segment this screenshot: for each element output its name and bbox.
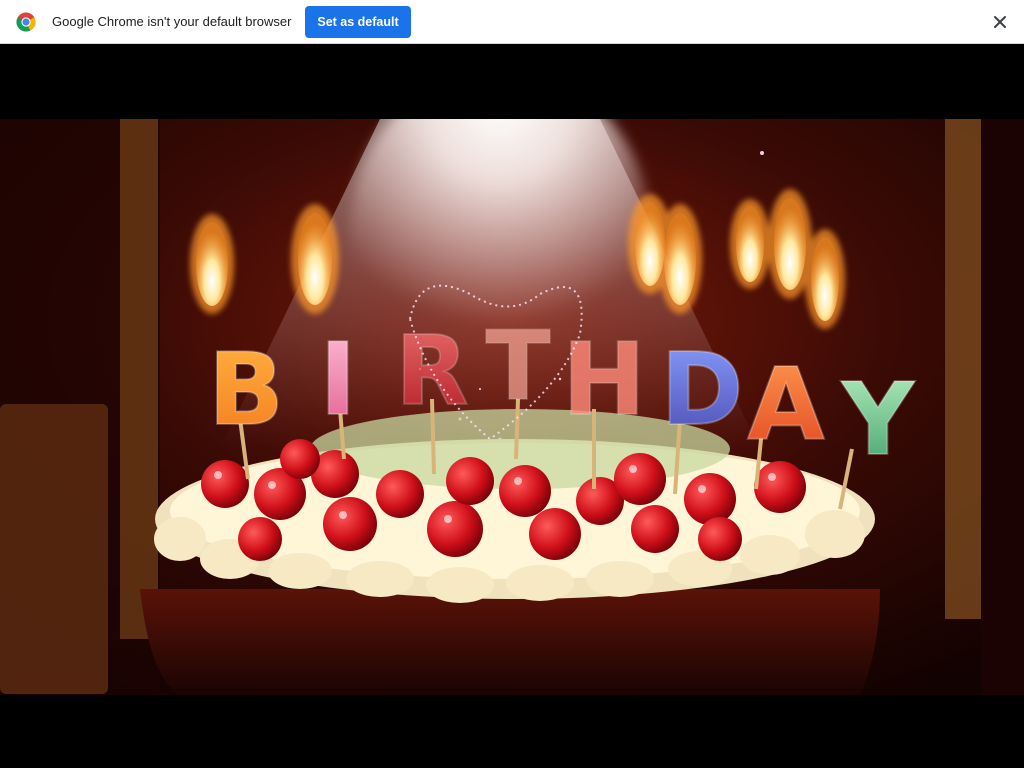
- set-as-default-button[interactable]: Set as default: [305, 6, 411, 38]
- candle-letter-i: I: [319, 321, 356, 438]
- close-icon[interactable]: [988, 10, 1012, 34]
- birthday-cake-image: B I R T H D A Y: [0, 119, 1024, 695]
- chrome-logo-icon: [16, 12, 36, 32]
- page-viewport: B I R T H D A Y: [0, 44, 1024, 768]
- default-browser-infobar: Google Chrome isn't your default browser…: [0, 0, 1024, 44]
- candle-letter-t: T: [486, 312, 551, 422]
- candle-letter-y: Y: [841, 361, 916, 478]
- candle-letter-h: H: [562, 321, 646, 438]
- candle-letter-r: R: [395, 317, 468, 427]
- infobar-message: Google Chrome isn't your default browser: [52, 14, 292, 29]
- birthday-cake-video[interactable]: B I R T H D A Y: [0, 119, 1024, 695]
- candle-letter-b: B: [208, 331, 284, 448]
- candle-letter-a: A: [747, 346, 824, 463]
- candle-letter-d: D: [660, 331, 743, 448]
